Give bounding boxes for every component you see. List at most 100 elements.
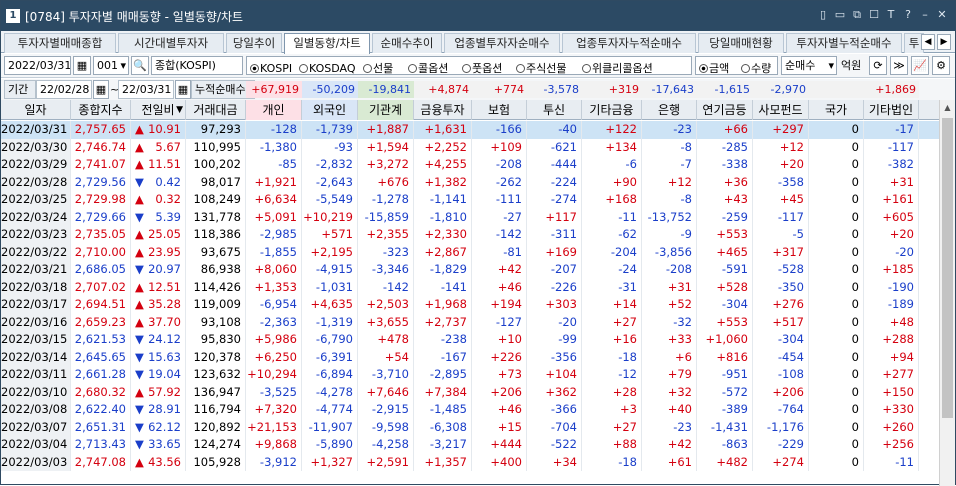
tab-5[interactable]: 업종별투자자순매수 xyxy=(444,33,560,53)
window-title: [0784] 투자자별 매매동향 - 일별동향/차트 xyxy=(25,10,244,24)
table-row[interactable]: 2022/03/29 2,741.07 ▲ 11.51 100,202 -85 -2,832… xyxy=(1,156,939,174)
table-cell: 0 xyxy=(809,243,864,261)
radio-market_radios-5[interactable]: 주식선물 xyxy=(516,59,566,78)
table-cell: +206 xyxy=(472,383,527,401)
collapse-icon[interactable]: – xyxy=(918,8,932,22)
period-to-input[interactable]: 22/03/31 xyxy=(118,80,174,99)
table-cell: 0 xyxy=(809,138,864,156)
table-row[interactable]: 2022/03/03 2,747.08 ▲ 43.56 105,928 -3,912 +1,… xyxy=(1,453,939,471)
table-row[interactable]: 2022/03/22 2,710.00 ▲ 23.95 93,675 -1,855 +2,1… xyxy=(1,243,939,261)
table-cell: -591 xyxy=(697,261,753,279)
minimize-window-icon[interactable]: ▭ xyxy=(833,8,847,22)
column-header-10[interactable]: 기타금융 xyxy=(582,100,642,120)
radio-market_radios-0[interactable]: KOSPI xyxy=(250,59,292,78)
table-row[interactable]: 2022/03/07 2,651.31 ▼ 62.12 120,892 +21,153 -1… xyxy=(1,418,939,436)
table-cell: +10 xyxy=(472,331,527,349)
column-header-13[interactable]: 사모펀드 xyxy=(753,100,809,120)
memo-icon[interactable]: ▯ xyxy=(816,8,830,22)
column-header-3[interactable]: 거래대금 xyxy=(186,100,246,120)
period-from-input[interactable]: 22/02/28 xyxy=(36,80,92,99)
column-header-14[interactable]: 국가 xyxy=(809,100,864,120)
table-cell: -108 xyxy=(753,366,809,384)
column-header-6[interactable]: 기관계 xyxy=(358,100,414,120)
table-cell: -18 xyxy=(582,348,642,366)
column-header-1[interactable]: 종합지수 xyxy=(71,100,131,120)
maximize-window-icon[interactable]: ☐ xyxy=(867,8,881,22)
column-header-15[interactable]: 기타법인 xyxy=(864,100,919,120)
table-row[interactable]: 2022/03/21 2,686.05 ▼ 20.97 86,938 +8,060 -4,9… xyxy=(1,261,939,279)
date-input[interactable]: 2022/03/31 xyxy=(4,56,71,75)
tab-6[interactable]: 업종투자자누적순매수 xyxy=(562,33,696,53)
restore-window-icon[interactable]: ⧉ xyxy=(850,8,864,22)
font-size-icon[interactable]: T xyxy=(884,8,898,22)
table-row[interactable]: 2022/03/04 2,713.43 ▼ 33.65 124,274 +9,868 -5,… xyxy=(1,436,939,454)
tab-4[interactable]: 순매수추이 xyxy=(372,33,442,53)
next-page-icon[interactable]: ≫ xyxy=(890,56,908,75)
column-header-5[interactable]: 외국인 xyxy=(302,100,358,120)
tab-3[interactable]: 일별동향/차트 xyxy=(284,33,370,54)
calendar-icon[interactable]: ▦ xyxy=(93,80,109,99)
help-icon[interactable]: ? xyxy=(901,8,915,22)
table-row[interactable]: 2022/03/24 2,729.66 ▼ 5.39 131,778 +5,091 +10,… xyxy=(1,208,939,226)
table-row[interactable]: 2022/03/30 2,746.74 ▲ 5.67 110,995 -1,380 -93 +… xyxy=(1,138,939,156)
table-row[interactable]: 2022/03/28 2,729.56 ▼ 0.42 98,017 +1,921 -2,64… xyxy=(1,173,939,191)
vertical-scrollbar[interactable]: ▲ xyxy=(939,100,955,486)
tab-2[interactable]: 당일추이 xyxy=(226,33,282,53)
table-row[interactable]: 2022/03/11 2,661.28 ▼ 19.04 123,632 +10,294 -6… xyxy=(1,366,939,384)
table-cell: 0 xyxy=(809,278,864,296)
tab-8[interactable]: 투자자별누적순매수 xyxy=(786,33,902,53)
sort-descending-icon[interactable]: ▼ xyxy=(176,100,183,120)
table-row[interactable]: 2022/03/25 2,729.98 ▲ 0.32 108,249 +6,634 -5,5… xyxy=(1,191,939,209)
table-row[interactable]: 2022/03/14 2,645.65 ▼ 15.63 120,378 +6,250 -6,… xyxy=(1,348,939,366)
table-cell: -8 xyxy=(642,191,697,209)
trade-type-select[interactable]: 순매수 ▾ xyxy=(781,56,837,75)
table-row[interactable]: 2022/03/15 2,621.53 ▼ 24.12 95,830 +5,986 -6,7… xyxy=(1,331,939,349)
calendar-icon[interactable]: ▦ xyxy=(73,56,91,75)
tab-next-icon[interactable]: ▶ xyxy=(937,34,951,50)
refresh-icon[interactable]: ⟳ xyxy=(869,56,887,75)
calendar-icon[interactable]: ▦ xyxy=(175,80,191,99)
change-value: 20.97 xyxy=(148,262,181,276)
column-header-8[interactable]: 보험 xyxy=(472,100,527,120)
table-cell: +12 xyxy=(753,138,809,156)
radio-unit_radios-1[interactable]: 수량 xyxy=(741,59,771,78)
table-row[interactable]: 2022/03/31 2,757.65 ▲ 10.91 97,293 -128 -1,739… xyxy=(1,121,939,139)
scroll-up-icon[interactable]: ▲ xyxy=(940,100,955,116)
tab-7[interactable]: 당일매매현황 xyxy=(698,33,784,53)
column-header-9[interactable]: 투신 xyxy=(527,100,582,120)
radio-market_radios-2[interactable]: 선물 xyxy=(363,59,393,78)
table-cell: -3,346 xyxy=(358,261,414,279)
tab-1[interactable]: 시간대별투자자 xyxy=(118,33,224,53)
table-cell: +2,252 xyxy=(414,138,472,156)
radio-market_radios-6[interactable]: 위클리콜옵션 xyxy=(582,59,653,78)
scroll-thumb[interactable] xyxy=(942,118,953,418)
table-cell: -951 xyxy=(697,366,753,384)
search-icon[interactable]: 🔍 xyxy=(131,56,149,75)
sector-code-select[interactable]: 001 ▾ xyxy=(93,56,129,75)
column-header-0[interactable]: 일자 xyxy=(1,100,71,120)
table-row[interactable]: 2022/03/10 2,680.32 ▲ 57.92 136,947 -3,525 -4,… xyxy=(1,383,939,401)
table-cell: +3 xyxy=(582,401,642,419)
tab-prev-icon[interactable]: ◀ xyxy=(921,34,935,50)
radio-dot xyxy=(299,64,308,73)
radio-market_radios-1[interactable]: KOSDAQ xyxy=(299,59,356,78)
column-header-7[interactable]: 금융투자 xyxy=(414,100,472,120)
column-header-12[interactable]: 연기금등 xyxy=(697,100,753,120)
radio-unit_radios-0[interactable]: 금액 xyxy=(699,59,729,78)
column-header-4[interactable]: 개인 xyxy=(246,100,302,120)
table-row[interactable]: 2022/03/16 2,659.23 ▲ 37.70 93,108 -2,363 -1,3… xyxy=(1,313,939,331)
table-cell: -229 xyxy=(753,436,809,454)
column-header-2[interactable]: 전일비 ▼ xyxy=(131,100,186,120)
table-row[interactable]: 2022/03/17 2,694.51 ▲ 35.28 119,009 -6,954 +4,… xyxy=(1,296,939,314)
cumulative-value-9: -2,970 xyxy=(753,81,809,98)
close-icon[interactable]: ✕ xyxy=(935,8,949,22)
table-row[interactable]: 2022/03/23 2,735.05 ▲ 25.05 118,386 -2,985 +57… xyxy=(1,226,939,244)
settings-icon[interactable]: ⚙ xyxy=(932,56,950,75)
radio-market_radios-3[interactable]: 콜옵션 xyxy=(408,59,448,78)
radio-market_radios-4[interactable]: 풋옵션 xyxy=(462,59,502,78)
tab-0[interactable]: 투자자별매매종합 xyxy=(4,33,116,53)
column-header-11[interactable]: 은행 xyxy=(642,100,697,120)
chart-icon[interactable]: 📈 xyxy=(911,56,929,75)
table-row[interactable]: 2022/03/18 2,707.02 ▲ 12.51 114,426 +1,353 -1,… xyxy=(1,278,939,296)
table-row[interactable]: 2022/03/08 2,622.40 ▼ 28.91 116,794 +7,320 -4,… xyxy=(1,401,939,419)
